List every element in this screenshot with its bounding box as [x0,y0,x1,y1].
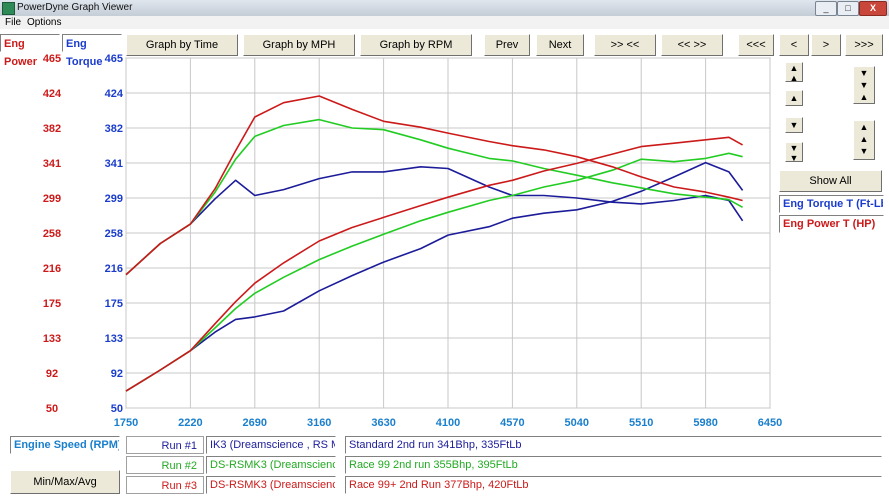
dyno-chart: 465 424 382 341 299 258 216 175 133 92 50 465 424 38… [43,53,782,429]
run-1-name[interactable]: IK3 (Dreamscience , RS M [206,436,336,454]
power-tick-label: 258 [43,228,61,240]
run-2-description[interactable]: Race 99 2nd run 355Bhp, 395FtLb [345,456,882,474]
torque-tick-label: 216 [105,263,123,275]
torque-tick-label: 299 [105,193,123,205]
torque-tick-label: 92 [111,368,123,380]
power-tick-label: 50 [46,403,58,415]
power-tick-label: 216 [43,263,61,275]
run-2-label: Run #2 [126,456,204,474]
min-max-avg-button[interactable]: Min/Max/Avg [10,470,120,494]
run-3-description[interactable]: Race 99+ 2nd Run 377Bhp, 420FtLb [345,476,882,494]
x-tick-label: 3630 [371,417,395,429]
power-tick-label: 175 [43,298,61,310]
power-tick-label: 424 [43,88,62,100]
x-tick-label: 1750 [114,417,138,429]
torque-tick-label: 382 [105,123,123,135]
x-tick-label: 5510 [629,417,653,429]
run-2-name[interactable]: DS-RSMK3 (Dreamscience [206,456,336,474]
x-tick-label: 6450 [758,417,782,429]
power-tick-label: 465 [43,53,61,65]
x-tick-label: 4570 [500,417,524,429]
torque-tick-label: 258 [105,228,123,240]
power-tick-label: 382 [43,123,61,135]
x-tick-label: 5040 [565,417,589,429]
power-tick-label: 133 [43,333,61,345]
x-tick-label: 4100 [436,417,460,429]
x-tick-label: 3160 [307,417,331,429]
torque-tick-label: 175 [105,298,123,310]
x-tick-label: 5980 [693,417,717,429]
torque-tick-label: 424 [105,88,124,100]
x-tick-label: 2220 [178,417,202,429]
power-tick-label: 299 [43,193,61,205]
x-axis-label: Engine Speed (RPM) [10,436,120,454]
power-tick-label: 341 [43,158,61,170]
run-1-description[interactable]: Standard 2nd run 341Bhp, 335FtLb [345,436,882,454]
torque-tick-label: 341 [105,158,123,170]
torque-tick-label: 465 [105,53,123,65]
run-3-label: Run #3 [126,476,204,494]
torque-tick-label: 133 [105,333,123,345]
x-tick-label: 2690 [243,417,267,429]
power-tick-label: 92 [46,368,58,380]
torque-tick-label: 50 [111,403,123,415]
run-1-label: Run #1 [126,436,204,454]
run-3-name[interactable]: DS-RSMK3 (Dreamscience [206,476,336,494]
